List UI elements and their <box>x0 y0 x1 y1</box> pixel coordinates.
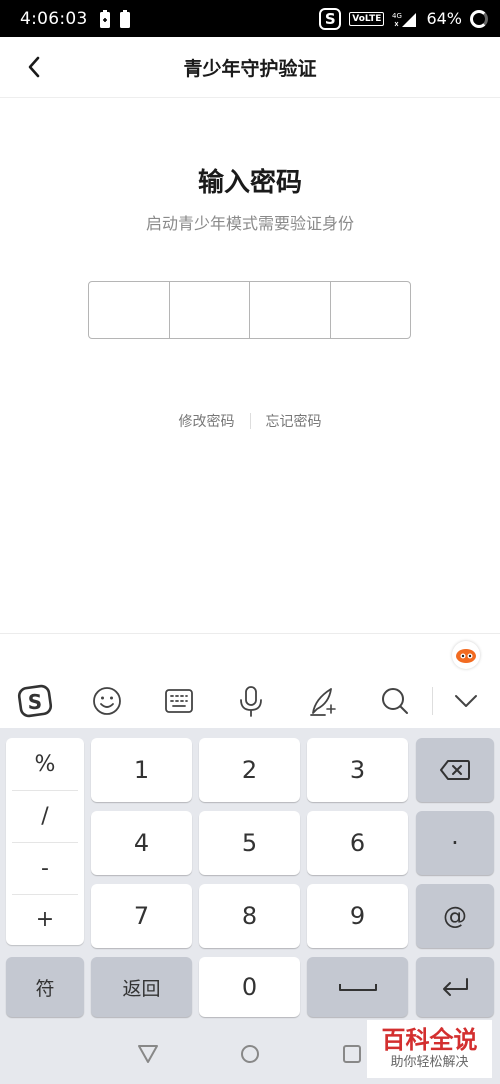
battery-percent: 64% <box>426 9 462 28</box>
status-right-icons: S VoLTE 4G 64% <box>319 7 488 30</box>
space-icon <box>338 984 377 991</box>
nav-back-button[interactable] <box>136 1042 160 1066</box>
key-1[interactable]: 1 <box>91 738 192 802</box>
symbols-key[interactable]: 符 <box>6 957 84 1017</box>
password-input[interactable] <box>88 281 411 339</box>
sogou-status-icon: S <box>319 7 342 30</box>
key-plus[interactable]: + <box>12 893 78 945</box>
space-key[interactable] <box>307 957 408 1017</box>
search-icon <box>382 688 408 714</box>
password-heading: 输入密码 <box>197 168 302 198</box>
password-links: 修改密码 忘记密码 <box>0 411 500 431</box>
key-slash[interactable]: / <box>12 790 78 842</box>
charging-battery-icon <box>99 9 110 28</box>
nav-recents-button[interactable] <box>340 1042 364 1066</box>
emoji-icon <box>93 687 121 715</box>
symbol-column[interactable]: % / - + <box>6 738 84 945</box>
key-at[interactable]: @ <box>416 884 494 948</box>
password-digit-box[interactable] <box>250 282 331 338</box>
password-digit-box[interactable] <box>331 282 411 338</box>
key-8[interactable]: 8 <box>199 884 300 948</box>
enter-icon <box>443 978 468 996</box>
page-title: 青少年守护验证 <box>183 57 317 80</box>
battery-ring-icon <box>470 9 488 28</box>
watermark-title: 百科全说 <box>381 1026 478 1054</box>
password-digit-box[interactable] <box>89 282 170 338</box>
backspace-icon <box>440 760 470 780</box>
modify-password-link[interactable]: 修改密码 <box>179 411 235 431</box>
skin-mascot-icon <box>456 649 476 663</box>
search-button[interactable] <box>377 683 413 719</box>
back-button[interactable] <box>14 47 54 87</box>
hide-keyboard-button[interactable] <box>448 683 484 719</box>
status-left-icons <box>99 9 130 28</box>
key-minus[interactable]: - <box>12 842 78 894</box>
toolbar-divider <box>432 687 433 715</box>
key-6[interactable]: 6 <box>307 811 408 875</box>
key-percent[interactable]: % <box>12 738 78 790</box>
sogou-logo-button[interactable]: S <box>17 683 53 719</box>
watermark-subtitle: 助你轻松解决 <box>390 1055 469 1070</box>
svg-text:S: S <box>28 690 42 714</box>
signal-icon: 4G <box>392 12 417 27</box>
status-bar: 4:06:03 S VoLTE 4G 64% <box>0 0 500 37</box>
baike-watermark: 百科全说 助你轻松解决 <box>367 1020 492 1078</box>
microphone-icon <box>240 686 262 717</box>
square-recents-icon <box>343 1045 361 1063</box>
link-divider <box>249 413 251 429</box>
key-7[interactable]: 7 <box>91 884 192 948</box>
volte-icon: VoLTE <box>349 11 385 26</box>
keyboard-toolbar-area: S <box>0 633 500 728</box>
key-dot[interactable]: · <box>416 811 494 875</box>
chevron-left-icon <box>28 56 40 78</box>
sogou-logo-icon: S <box>17 684 53 718</box>
enter-key[interactable] <box>416 957 494 1017</box>
battery-icon <box>119 9 130 28</box>
key-3[interactable]: 3 <box>307 738 408 802</box>
svg-text:4G: 4G <box>392 12 402 20</box>
backspace-key[interactable] <box>416 738 494 802</box>
quill-pen-icon <box>310 688 336 716</box>
numeric-keyboard: % / - + 1 2 3 4 5 6 · 7 8 9 @ 符 返回 0 <box>0 728 500 1025</box>
emoji-button[interactable] <box>89 683 125 719</box>
key-9[interactable]: 9 <box>307 884 408 948</box>
chevron-down-icon <box>455 695 477 707</box>
key-0[interactable]: 0 <box>199 957 300 1017</box>
keyboard-icon <box>165 689 193 713</box>
return-key[interactable]: 返回 <box>91 957 192 1017</box>
circle-home-icon <box>241 1045 259 1063</box>
keyboard-toolbar: S <box>0 679 500 723</box>
nav-home-button[interactable] <box>238 1042 262 1066</box>
nav-bar: 青少年守护验证 <box>0 37 500 98</box>
password-subtitle: 启动青少年模式需要验证身份 <box>145 214 354 233</box>
key-2[interactable]: 2 <box>199 738 300 802</box>
key-4[interactable]: 4 <box>91 811 192 875</box>
forgot-password-link[interactable]: 忘记密码 <box>266 411 322 431</box>
keyboard-switch-button[interactable] <box>161 683 197 719</box>
handwriting-button[interactable] <box>305 683 341 719</box>
status-time: 4:06:03 <box>20 8 88 29</box>
password-digit-box[interactable] <box>170 282 250 338</box>
key-5[interactable]: 5 <box>199 811 300 875</box>
keyboard-skin-button[interactable] <box>452 641 480 669</box>
triangle-back-icon <box>138 1045 158 1063</box>
voice-input-button[interactable] <box>233 683 269 719</box>
